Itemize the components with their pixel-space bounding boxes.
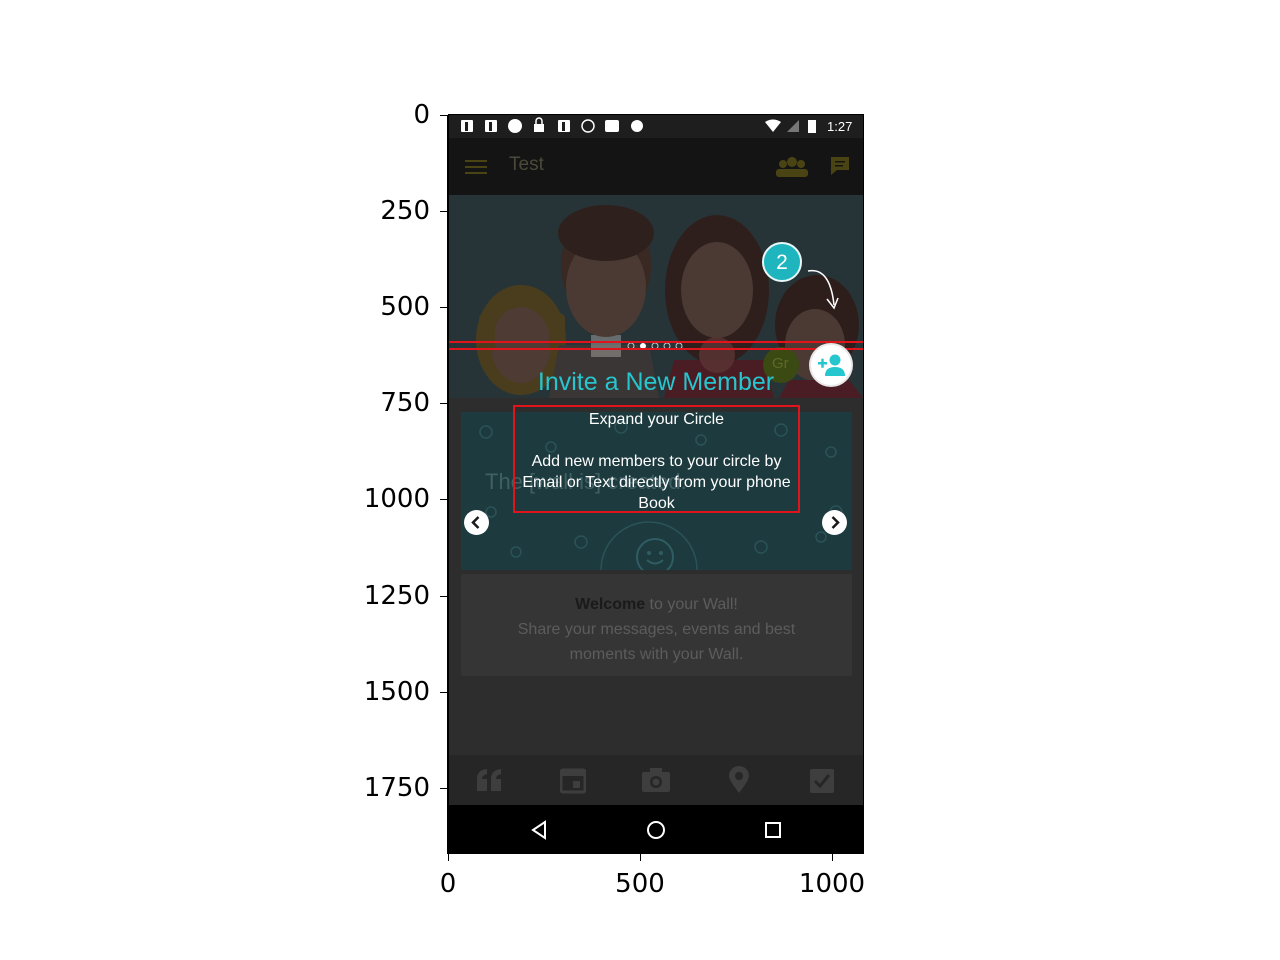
no-signal-icon: [787, 120, 799, 132]
x-axis-line: [447, 853, 864, 854]
y-tick-label: 1500: [363, 677, 430, 707]
y-tick: [440, 596, 447, 597]
group-icon[interactable]: [775, 156, 809, 178]
y-tick-label: 1000: [363, 484, 430, 514]
page-title: Test: [509, 154, 544, 175]
android-icon: [631, 120, 643, 132]
status-bar: 1:27: [449, 115, 863, 138]
chat-icon[interactable]: [829, 155, 851, 177]
home-icon[interactable]: [645, 819, 667, 841]
y-tick-label: 1250: [363, 581, 430, 611]
highlight-line-bottom: [449, 348, 863, 350]
navigation-bar: [449, 805, 863, 853]
calendar-icon[interactable]: [560, 766, 586, 794]
pointer-arrow-icon: [807, 269, 839, 310]
x-tick: [832, 854, 833, 861]
tools-icon: [605, 120, 619, 132]
dollar-icon: [508, 119, 522, 133]
next-tip-button[interactable]: [822, 510, 847, 535]
wifi-icon: [765, 119, 781, 132]
y-tick: [440, 788, 447, 789]
bottom-toolbar: [449, 755, 863, 805]
highlight-line-top: [449, 341, 863, 343]
location-icon[interactable]: [728, 766, 750, 794]
y-tick: [440, 115, 447, 116]
checklist-icon[interactable]: [809, 766, 835, 794]
y-tick-label: 1750: [363, 773, 430, 803]
step-number: 2: [776, 251, 788, 274]
x-tick-label: 500: [615, 869, 665, 899]
welcome-message: Welcome to your Wall! Share your message…: [461, 592, 852, 667]
y-axis-line: [447, 115, 448, 854]
y-tick-label: 500: [380, 292, 430, 322]
notification-icons: [461, 117, 643, 133]
welcome-line-3: moments with your Wall.: [569, 646, 744, 663]
tooltip-title: Invite a New Member: [537, 368, 775, 396]
lock-icon: [534, 124, 544, 132]
chevron-left-icon: [471, 516, 480, 529]
phone-screen: 1:27 Test Gr The [wall is] created. Welc…: [449, 115, 863, 853]
welcome-bold: Welcome: [575, 596, 646, 613]
y-tick: [440, 307, 447, 308]
x-tick: [448, 854, 449, 861]
step-badge: 2: [762, 242, 802, 282]
battery-icon: [808, 120, 816, 133]
y-tick-label: 250: [380, 196, 430, 226]
y-tick: [440, 403, 447, 404]
y-tick: [440, 499, 447, 500]
chevron-right-icon: [831, 516, 840, 529]
tooltip-body: Expand your Circle Add new members to yo…: [513, 405, 800, 513]
x-tick-label: 0: [439, 869, 457, 899]
tooltip-subtitle: Expand your Circle: [588, 411, 725, 428]
welcome-rest: to your Wall!: [645, 596, 738, 613]
info-icon: [581, 119, 595, 133]
back-icon[interactable]: [530, 820, 548, 840]
quote-icon[interactable]: [475, 767, 505, 793]
welcome-card: Welcome to your Wall! Share your message…: [461, 574, 852, 676]
app-bar: Test: [449, 138, 863, 195]
y-tick-label: 750: [380, 388, 430, 418]
x-tick: [640, 854, 641, 861]
y-tick: [440, 692, 447, 693]
tooltip-description: Add new members to your circle by Email …: [522, 453, 791, 512]
menu-icon[interactable]: [465, 158, 489, 176]
status-time: 1:27: [827, 119, 853, 134]
x-tick-label: 1000: [798, 869, 866, 899]
y-tick-label: 0: [413, 100, 430, 130]
previous-tip-button[interactable]: [464, 510, 489, 535]
welcome-line-2: Share your messages, events and best: [517, 621, 796, 638]
recents-icon[interactable]: [763, 820, 783, 840]
camera-icon[interactable]: [641, 767, 671, 793]
y-tick: [440, 211, 447, 212]
